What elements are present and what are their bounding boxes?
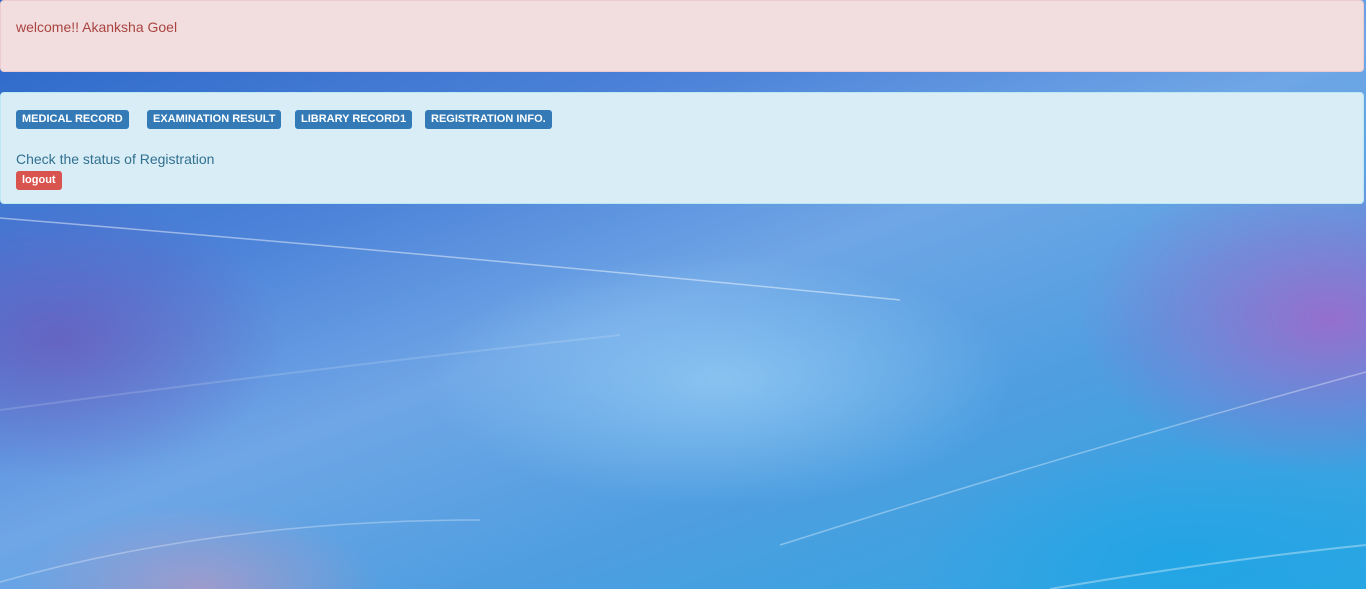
medical-record-button[interactable]: MEDICAL RECORD	[16, 110, 129, 129]
welcome-message: welcome!! Akanksha Goel	[16, 19, 178, 35]
library-record-button[interactable]: LIBRARY RECORD1	[295, 110, 413, 129]
navigation-panel: MEDICAL RECORD EXAMINATION RESULT LIBRAR…	[0, 92, 1364, 204]
examination-result-button[interactable]: EXAMINATION RESULT	[147, 110, 282, 129]
logout-button[interactable]: logout	[16, 171, 62, 190]
check-registration-status-link[interactable]: Check the status of Registration	[16, 151, 214, 167]
registration-info-button[interactable]: REGISTRATION INFO.	[425, 110, 552, 129]
welcome-alert: welcome!! Akanksha Goel	[0, 0, 1364, 72]
background-wallpaper	[0, 217, 1366, 589]
